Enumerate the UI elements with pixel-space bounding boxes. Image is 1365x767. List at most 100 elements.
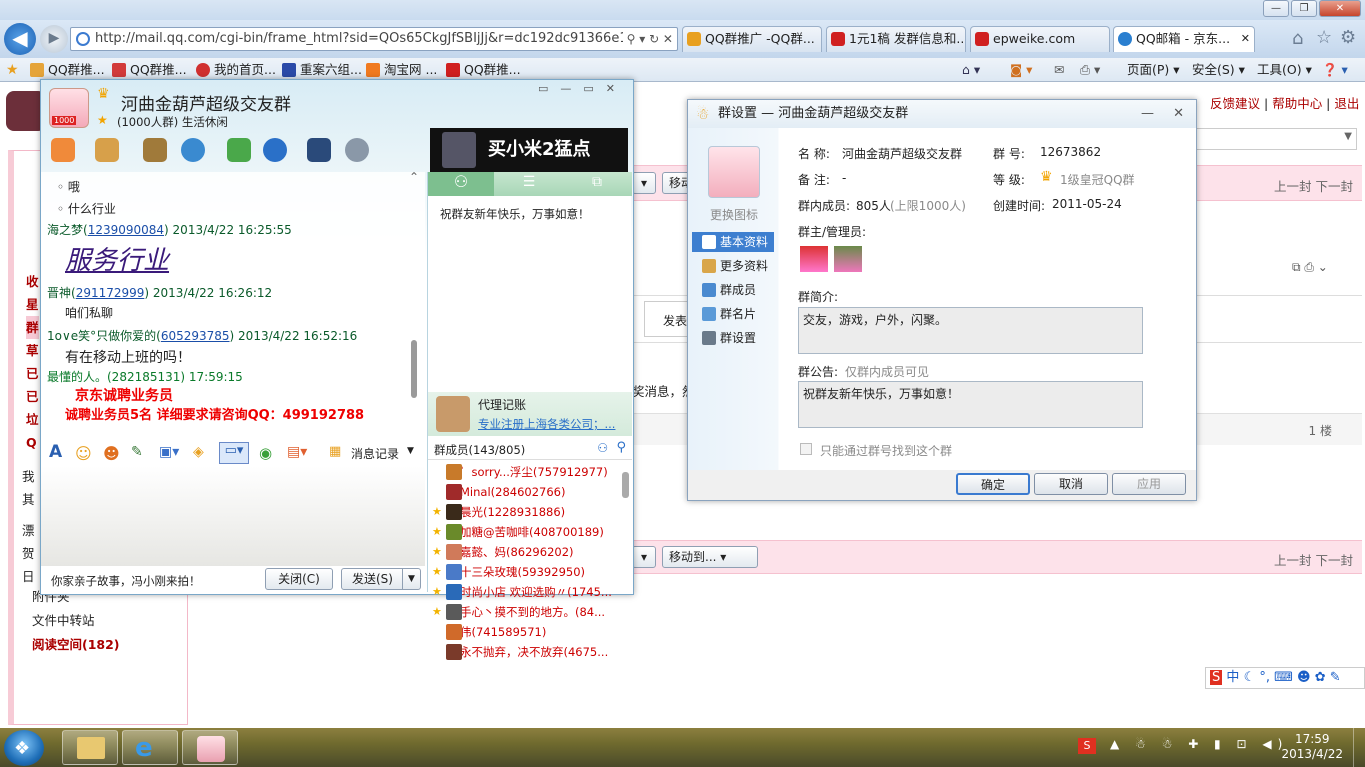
emoji-icon[interactable]: ☺	[75, 444, 92, 463]
xiaomi-ad-banner[interactable]: 买小米2猛点	[430, 128, 628, 172]
tab-qq-mail[interactable]: QQ邮箱 - 京东... ✕	[1113, 26, 1255, 52]
favorites-star-icon[interactable]: ★	[6, 58, 19, 82]
search-refresh-close-icons[interactable]: ⚲ ▾ ↻ ✕	[622, 28, 673, 50]
address-bar[interactable]: http://mail.qq.com/cgi-bin/frame_html?si…	[70, 27, 678, 51]
member-row[interactable]: ★ 嘉懿、妈(86296202)	[430, 542, 620, 562]
forward-button[interactable]: ▶	[40, 25, 68, 53]
sender-qq-link[interactable]: 291172999	[76, 286, 145, 300]
favorites-star-icon[interactable]: ☆	[1316, 27, 1332, 48]
notice-textarea[interactable]: 祝群友新年快乐，万事如意！	[798, 381, 1143, 428]
tab-one-yuan[interactable]: 1元1稿 发群信息和...	[826, 26, 966, 52]
add-member-icon[interactable]: ⚇	[597, 441, 608, 455]
search-only-checkbox[interactable]	[800, 443, 812, 455]
member-row[interactable]: ★ 手心丶摸不到的地方。(84...	[430, 602, 620, 622]
group-album-icon[interactable]	[143, 138, 167, 162]
maximize-button[interactable]: ❐	[1291, 0, 1317, 17]
rss-icon[interactable]: ◙ ▾	[1010, 58, 1032, 82]
tab-qq-group-promo[interactable]: QQ群推广 -QQ群...	[682, 26, 822, 52]
folder-item[interactable]: 漂	[22, 519, 35, 542]
member-row[interactable]: ゜sorry...浮尘(757912977)	[430, 462, 620, 482]
view-options-icons[interactable]: ⧉ ⎙ ⌄	[1292, 260, 1328, 275]
member-row[interactable]: Minal(284602766)	[430, 482, 620, 502]
screenshot-icon[interactable]: ✎	[131, 444, 143, 460]
voice-call-icon[interactable]	[181, 138, 205, 162]
agent-ad[interactable]: 代理记账 专业注册上海各类公司；...	[428, 392, 632, 436]
print-icon[interactable]: ⎙ ▾	[1080, 58, 1100, 82]
pager-links[interactable]: 上一封 下一封	[1274, 550, 1353, 569]
group-home-icon[interactable]	[51, 138, 75, 162]
taskbar-qq-group[interactable]	[182, 730, 238, 765]
change-icon-link[interactable]: 更换图标	[710, 206, 758, 223]
home-icon[interactable]: ⌂	[1292, 28, 1303, 49]
tab-close-icon[interactable]: ✕	[1241, 27, 1250, 51]
feedback-link[interactable]: 反馈建议	[1210, 96, 1260, 111]
ok-button[interactable]: 确定	[956, 473, 1030, 495]
screen-capture-icon[interactable]: ▭▾	[219, 442, 249, 464]
minimize-button[interactable]: —	[1263, 0, 1289, 17]
list-tab-icon[interactable]: ☰	[496, 174, 562, 190]
dialog-minimize-icon[interactable]: —	[1141, 100, 1154, 128]
police-icon[interactable]	[307, 138, 331, 162]
taskbar-ie[interactable]: e	[122, 730, 178, 765]
members-tab-icon[interactable]: ⚇	[428, 172, 494, 196]
intro-textarea[interactable]: 交友，游戏，户外，闪聚。	[798, 307, 1143, 354]
ime-mode[interactable]: 中	[1226, 670, 1239, 685]
safety-menu[interactable]: 安全(S) ▾	[1192, 58, 1245, 82]
mail-icon[interactable]: ✉	[1054, 58, 1064, 82]
chevron-down-icon[interactable]: ▼	[407, 446, 414, 456]
sidebar-item-members[interactable]: 群成员	[692, 280, 774, 300]
message-history-button[interactable]: 消息记录	[351, 445, 399, 462]
reading-space-link[interactable]: 阅读空间(182)	[32, 634, 120, 653]
member-row[interactable]: ★ 晨光(1228931886)	[430, 502, 620, 522]
agent-link[interactable]: 专业注册上海各类公司；...	[478, 416, 615, 432]
home-command-icon[interactable]: ⌂ ▾	[962, 58, 980, 82]
owner-avatar[interactable]	[800, 246, 828, 272]
gift-icon[interactable]: ▤▾	[287, 444, 307, 460]
dialog-close-icon[interactable]: ✕	[1173, 100, 1184, 128]
toolbar-dropdown[interactable]: ▾	[632, 172, 656, 194]
message-input[interactable]	[41, 466, 425, 566]
send-options-arrow-icon[interactable]: ▼	[402, 569, 420, 589]
folder-item[interactable]: 日	[22, 565, 35, 588]
cancel-button[interactable]: 取消	[1034, 473, 1108, 495]
group-share-icon[interactable]	[95, 138, 119, 162]
chat-window-controls[interactable]: ▭—▭✕	[538, 82, 627, 95]
folder-item[interactable]: 贺	[22, 542, 35, 565]
sogou-tray-icon[interactable]: S	[1078, 738, 1096, 754]
sidebar-item-group-card[interactable]: 群名片	[692, 304, 774, 324]
page-menu[interactable]: 页面(P) ▾	[1127, 58, 1180, 82]
tray-icons[interactable]: ▲ ☃ ☃ ✚ ▮ ⊡ ◀)	[1110, 737, 1288, 751]
folder-item[interactable]: 垃	[26, 408, 39, 431]
ad-footer-text[interactable]: 你家亲子故事，冯小刚来拍！	[51, 573, 201, 589]
admin-avatar[interactable]	[834, 246, 862, 272]
logout-link[interactable]: 退出	[1334, 96, 1359, 111]
sidebar-item-more-info[interactable]: 更多资料	[692, 256, 774, 276]
folder-item[interactable]: 草	[26, 339, 39, 362]
file-transfer-link[interactable]: 文件中转站	[32, 610, 95, 629]
font-icon[interactable]: A	[49, 442, 62, 462]
collapse-arrow-icon[interactable]: ⌃	[409, 170, 419, 184]
member-row[interactable]: ★ 十三朵玫瑰(59392950)	[430, 562, 620, 582]
toolbar-dropdown[interactable]: ▾	[632, 546, 656, 568]
chat-message-area[interactable]: ◦ 哦 ◦ 什么行业 海之梦(1239090084) 2013/4/22 16:…	[41, 170, 425, 434]
back-button[interactable]: ◀	[4, 23, 36, 55]
send-image-icon[interactable]: ◈	[193, 444, 204, 460]
system-clock[interactable]: 17:59 2013/4/22	[1281, 732, 1343, 762]
help-icon[interactable]: ❓ ▾	[1322, 58, 1348, 82]
member-row[interactable]: ★ 加糖@苦咖啡(408700189)	[430, 522, 620, 542]
video-camera-icon[interactable]	[263, 138, 287, 162]
folder-item[interactable]: 群	[26, 316, 39, 339]
member-row[interactable]: 伟(741589571)	[430, 622, 620, 642]
sender-qq-link[interactable]: 605293785	[161, 329, 230, 343]
send-button[interactable]: 发送(S) ▼	[341, 568, 421, 590]
folder-item[interactable]: 星	[26, 293, 39, 316]
chat-scrollbar-thumb[interactable]	[411, 340, 417, 398]
folder-item[interactable]: 已	[26, 362, 39, 385]
music-icon[interactable]: ◉	[259, 444, 272, 462]
show-desktop-button[interactable]	[1353, 728, 1365, 767]
image-icon[interactable]: ▣▾	[159, 444, 179, 460]
group-avatar[interactable]: 1000	[49, 88, 89, 128]
member-row[interactable]: 永不抛弃，决不放弃(4675...	[430, 642, 620, 662]
folder-item[interactable]: 已	[26, 385, 39, 408]
ime-toolbar[interactable]: S 中 ☾ °, ⌨ ☻ ✿ ✎	[1205, 667, 1365, 689]
